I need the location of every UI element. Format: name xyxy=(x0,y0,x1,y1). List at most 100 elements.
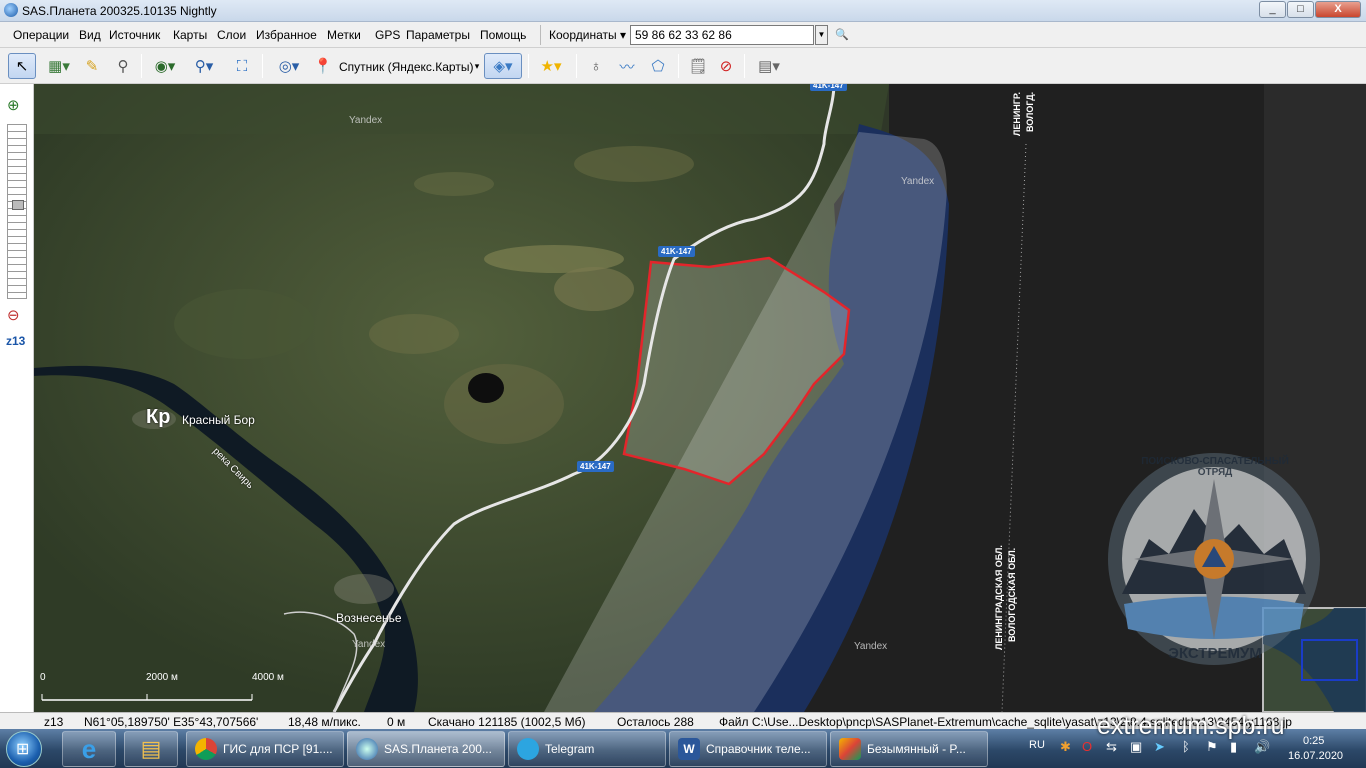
menu-separator xyxy=(540,25,541,45)
compass-button[interactable]: ⚲ xyxy=(110,53,136,79)
flag-icon[interactable]: ⚑ xyxy=(1206,739,1218,755)
taskbar-task-chrome[interactable]: ГИС для ПСР [91.... xyxy=(186,731,344,767)
telegram-tray-icon[interactable]: ➤ xyxy=(1154,739,1165,755)
map-source-label[interactable]: Спутник (Яндекс.Карты) xyxy=(339,60,473,74)
task-label: Безымянный - P... xyxy=(867,742,966,756)
extremum-logo xyxy=(1108,453,1320,665)
site-watermark: extremum.spb.ru xyxy=(1097,712,1285,740)
map-canvas xyxy=(34,84,1366,712)
menu-layers[interactable]: Слои xyxy=(217,28,246,42)
status-coordinates: N61°05,189750' E35°43,707566' xyxy=(84,715,259,729)
start-button[interactable]: ⊞ xyxy=(6,731,42,767)
network-icon[interactable]: ⇆ xyxy=(1106,739,1117,755)
tray-app-icon[interactable]: ✱ xyxy=(1060,739,1071,755)
zoom-out-icon[interactable]: ⊖ xyxy=(7,306,20,324)
folder-icon: ▤ xyxy=(140,736,162,761)
select-area-button[interactable]: ▦▾ xyxy=(40,53,78,79)
layers-icon: ◈▾ xyxy=(493,58,513,75)
menu-help[interactable]: Помощь xyxy=(480,28,526,42)
select-area-icon: ▦▾ xyxy=(48,58,70,75)
map-marker-button[interactable]: 📍 xyxy=(312,53,334,79)
coordinates-dropdown-button[interactable]: ▼ xyxy=(815,25,828,45)
chrome-icon xyxy=(195,738,217,760)
pointer-tool-button[interactable]: ↖ xyxy=(8,53,36,79)
grid-icon: ▤▾ xyxy=(758,58,780,75)
town-label: Красный Бор xyxy=(182,413,255,427)
taskbar-pin-ie[interactable]: e xyxy=(62,731,116,767)
region-label-leningrad: ЛЕНИНГР. xyxy=(1012,91,1022,136)
tray-icon[interactable]: ▣ xyxy=(1130,739,1142,755)
menu-marks[interactable]: Метки xyxy=(327,28,361,42)
taskbar-task-sasplanet[interactable]: SAS.Планета 200... xyxy=(347,731,505,767)
fullscreen-button[interactable]: ⛶ xyxy=(228,53,256,79)
star-icon: ★▾ xyxy=(540,58,562,75)
close-button[interactable]: X xyxy=(1315,1,1361,18)
paint-icon xyxy=(839,738,861,760)
search-icon[interactable]: 🔍 xyxy=(835,28,849,41)
road-label: 41K-147 xyxy=(658,246,695,257)
notes-icon: 🗒 xyxy=(688,58,708,75)
favorites-button[interactable]: ★▾ xyxy=(533,53,569,79)
map-view[interactable]: 41K-147 41K-147 41K-147 Кр Красный Бор р… xyxy=(34,84,1366,712)
windows-logo-icon: ⊞ xyxy=(16,741,30,758)
zoom-in-icon[interactable]: ⊕ xyxy=(7,96,20,114)
cursor-icon: ↖ xyxy=(15,58,29,75)
coordinates-input[interactable] xyxy=(630,25,814,45)
scale-label-2000: 2000 м xyxy=(146,672,178,683)
fullscreen-icon: ⛶ xyxy=(236,57,248,75)
add-placemark-button[interactable]: ♁ xyxy=(584,53,608,79)
clock-time[interactable]: 0:25 xyxy=(1303,735,1324,747)
menu-maps[interactable]: Карты xyxy=(173,28,207,42)
taskbar-pin-explorer[interactable]: ▤ xyxy=(124,731,178,767)
lake xyxy=(468,373,504,403)
title-bar: SAS.Планета 200325.10135 Nightly _ □ X xyxy=(0,0,1366,22)
road-label: 41K-147 xyxy=(810,84,847,91)
ruler-button[interactable]: ✎ xyxy=(80,53,104,79)
signal-icon[interactable]: ▮ xyxy=(1230,739,1237,755)
yandex-watermark: Yandex xyxy=(854,641,888,652)
add-polygon-button[interactable]: ⬠ xyxy=(644,53,672,79)
add-path-button[interactable]: 〰 xyxy=(614,53,640,79)
task-label: SAS.Планета 200... xyxy=(384,742,492,756)
volume-icon[interactable]: 🔊 xyxy=(1254,739,1270,755)
bluetooth-icon[interactable]: ᛒ xyxy=(1182,739,1190,754)
map-marker-icon: 📍 xyxy=(313,58,333,75)
menu-settings[interactable]: Параметры xyxy=(406,28,470,42)
notes-button[interactable]: 🗒 xyxy=(686,53,710,79)
taskbar-task-word[interactable]: W Справочник теле... xyxy=(669,731,827,767)
menu-favorites[interactable]: Избранное xyxy=(256,28,317,42)
menu-gps[interactable]: GPS xyxy=(375,28,400,42)
toolbar-separator xyxy=(141,54,142,78)
opera-icon[interactable]: O xyxy=(1082,739,1092,754)
coordinates-label[interactable]: Координаты ▾ xyxy=(549,28,626,42)
maximize-button[interactable]: □ xyxy=(1287,1,1314,18)
yandex-watermark: Yandex xyxy=(901,176,935,187)
globe-button[interactable]: ◉▾ xyxy=(147,53,183,79)
language-indicator[interactable]: RU xyxy=(1029,739,1045,751)
region-label-vologda-oblast: ВОЛОГОДСКАЯ ОБЛ. xyxy=(1007,547,1017,642)
gps-button[interactable]: ◎▾ xyxy=(270,53,308,79)
grid-button[interactable]: ▤▾ xyxy=(752,53,786,79)
zoom-tool-button[interactable]: ⚲▾ xyxy=(186,53,222,79)
internet-explorer-icon: e xyxy=(81,733,97,764)
region-label-leningrad-oblast: ЛЕНИНГРАДСКАЯ ОБЛ. xyxy=(994,545,1004,650)
zoom-slider[interactable] xyxy=(7,124,27,299)
taskbar-task-paint[interactable]: Безымянный - P... xyxy=(830,731,988,767)
app-icon xyxy=(4,3,18,17)
layers-button[interactable]: ◈▾ xyxy=(484,53,522,79)
toolbar-separator xyxy=(528,54,529,78)
menu-source[interactable]: Источник xyxy=(109,28,160,42)
delete-button[interactable]: ⊘ xyxy=(714,53,738,79)
status-remaining: Осталось 288 xyxy=(617,715,694,729)
menu-view[interactable]: Вид xyxy=(79,28,101,42)
zoom-panel: ⊕ ⊖ z13 xyxy=(0,84,34,712)
minimize-button[interactable]: _ xyxy=(1259,1,1286,18)
coordinates-label-text: Координаты xyxy=(549,28,617,42)
task-label: ГИС для ПСР [91.... xyxy=(223,742,333,756)
zoom-slider-thumb[interactable] xyxy=(12,200,24,210)
map-source-dropdown[interactable]: ▾ xyxy=(472,53,482,79)
status-downloaded: Скачано 121185 (1002,5 Мб) xyxy=(428,715,586,729)
clock-date[interactable]: 16.07.2020 xyxy=(1288,750,1343,762)
menu-operations[interactable]: Операции xyxy=(13,28,69,42)
taskbar-task-telegram[interactable]: Telegram xyxy=(508,731,666,767)
